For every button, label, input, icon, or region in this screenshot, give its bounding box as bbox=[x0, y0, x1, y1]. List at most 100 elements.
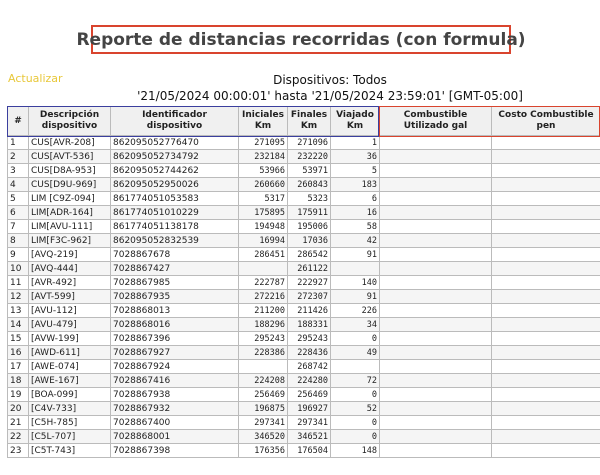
table-row: 7 LIM[AVU-111] 861774051138178 194948 195006… bbox=[7, 219, 600, 234]
start-km: 271095 bbox=[238, 135, 288, 150]
traveled-km: 148 bbox=[330, 443, 380, 458]
row-index: 5 bbox=[7, 191, 29, 206]
row-index: 17 bbox=[7, 359, 29, 374]
start-km: 297341 bbox=[238, 415, 288, 430]
fuel-used bbox=[379, 149, 492, 164]
table-row: 15 [AVW-199] 7028867396 295243 295243 0 bbox=[7, 331, 600, 346]
device-description: [AVQ-219] bbox=[28, 247, 111, 262]
traveled-km: 91 bbox=[330, 289, 380, 304]
table-row: 8 LIM[F3C-962] 862095052832539 16994 17036 42 bbox=[7, 233, 600, 248]
traveled-km bbox=[330, 261, 380, 276]
table-row: 9 [AVQ-219] 7028867678 286451 286542 91 bbox=[7, 247, 600, 262]
end-km: 297341 bbox=[287, 415, 331, 430]
end-km: 5323 bbox=[287, 191, 331, 206]
row-index: 18 bbox=[7, 373, 29, 388]
fuel-used bbox=[379, 331, 492, 346]
table-row: 20 [C4V-733] 7028867932 196875 196927 52 bbox=[7, 401, 600, 416]
col-end-km-header[interactable]: Finales Km bbox=[287, 106, 331, 136]
row-index: 15 bbox=[7, 331, 29, 346]
row-index: 13 bbox=[7, 303, 29, 318]
start-km: 194948 bbox=[238, 219, 288, 234]
device-identifier: 7028867678 bbox=[110, 247, 239, 262]
end-km: 256469 bbox=[287, 387, 331, 402]
traveled-km: 49 bbox=[330, 345, 380, 360]
device-description: [C5L-707] bbox=[28, 429, 111, 444]
fuel-used bbox=[379, 275, 492, 290]
row-index: 10 bbox=[7, 261, 29, 276]
row-index: 4 bbox=[7, 177, 29, 192]
start-km bbox=[238, 359, 288, 374]
device-description: [C5T-743] bbox=[28, 443, 111, 458]
traveled-km: 58 bbox=[330, 219, 380, 234]
start-km: 5317 bbox=[238, 191, 288, 206]
end-km: 261122 bbox=[287, 261, 331, 276]
fuel-cost bbox=[491, 205, 600, 220]
end-km: 176504 bbox=[287, 443, 331, 458]
table-row: 16 [AWD-611] 7028867927 228386 228436 49 bbox=[7, 345, 600, 360]
col-start-km-header[interactable]: Iniciales Km bbox=[238, 106, 288, 136]
end-km: 17036 bbox=[287, 233, 331, 248]
table-row: 21 [C5H-785] 7028867400 297341 297341 0 bbox=[7, 415, 600, 430]
table-row: 12 [AVT-599] 7028867935 272216 272307 91 bbox=[7, 289, 600, 304]
fuel-cost bbox=[491, 415, 600, 430]
row-index: 1 bbox=[7, 135, 29, 150]
fuel-used bbox=[379, 401, 492, 416]
device-description: LIM [C9Z-094] bbox=[28, 191, 111, 206]
table-row: 3 CUS[D8A-953] 862095052744262 53966 53971 5 bbox=[7, 163, 600, 178]
device-identifier: 7028867400 bbox=[110, 415, 239, 430]
end-km: 175911 bbox=[287, 205, 331, 220]
device-description: [C4V-733] bbox=[28, 401, 111, 416]
device-description: [AVU-479] bbox=[28, 317, 111, 332]
col-description-header[interactable]: Descripción dispositivo bbox=[28, 106, 111, 136]
col-fuel-cost-header[interactable]: Costo Combustible pen bbox=[491, 106, 600, 136]
table-header-row: # Descripción dispositivo Identificador di… bbox=[7, 106, 600, 136]
fuel-cost bbox=[491, 247, 600, 262]
table-row: 6 LIM[ADR-164] 861774051010229 175895 175911… bbox=[7, 205, 600, 220]
fuel-cost bbox=[491, 163, 600, 178]
device-identifier: 861774051138178 bbox=[110, 219, 239, 234]
device-identifier: 7028867935 bbox=[110, 289, 239, 304]
fuel-cost bbox=[491, 219, 600, 234]
device-identifier: 862095052950026 bbox=[110, 177, 239, 192]
col-index-header[interactable]: # bbox=[7, 106, 29, 136]
row-index: 14 bbox=[7, 317, 29, 332]
fuel-used bbox=[379, 359, 492, 374]
fuel-cost bbox=[491, 387, 600, 402]
traveled-km bbox=[330, 359, 380, 374]
traveled-km: 0 bbox=[330, 415, 380, 430]
col-traveled-km-header[interactable]: Viajado Km bbox=[330, 106, 380, 136]
row-index: 3 bbox=[7, 163, 29, 178]
device-identifier: 7028867932 bbox=[110, 401, 239, 416]
fuel-used bbox=[379, 219, 492, 234]
device-description: [AVR-492] bbox=[28, 275, 111, 290]
row-index: 11 bbox=[7, 275, 29, 290]
fuel-used bbox=[379, 191, 492, 206]
table-row: 17 [AWE-074] 7028867924 268742 bbox=[7, 359, 600, 374]
traveled-km: 34 bbox=[330, 317, 380, 332]
device-identifier: 7028868001 bbox=[110, 429, 239, 444]
row-index: 8 bbox=[7, 233, 29, 248]
end-km: 295243 bbox=[287, 331, 331, 346]
end-km: 268742 bbox=[287, 359, 331, 374]
device-identifier: 862095052744262 bbox=[110, 163, 239, 178]
start-km: 188296 bbox=[238, 317, 288, 332]
device-identifier: 862095052776470 bbox=[110, 135, 239, 150]
col-identifier-header[interactable]: Identificador dispositivo bbox=[110, 106, 239, 136]
fuel-used bbox=[379, 247, 492, 262]
device-identifier: 7028867985 bbox=[110, 275, 239, 290]
device-description: CUS[AVR-208] bbox=[28, 135, 111, 150]
end-km: 286542 bbox=[287, 247, 331, 262]
start-km: 295243 bbox=[238, 331, 288, 346]
device-description: [AWD-611] bbox=[28, 345, 111, 360]
device-description: [C5H-785] bbox=[28, 415, 111, 430]
fuel-used bbox=[379, 303, 492, 318]
col-fuel-used-header[interactable]: Combustible Utilizado gal bbox=[379, 106, 492, 136]
end-km: 195006 bbox=[287, 219, 331, 234]
device-identifier: 861774051010229 bbox=[110, 205, 239, 220]
traveled-km: 72 bbox=[330, 373, 380, 388]
row-index: 12 bbox=[7, 289, 29, 304]
fuel-used bbox=[379, 373, 492, 388]
fuel-cost bbox=[491, 289, 600, 304]
report-title: Reporte de distancias recorridas (con fo… bbox=[76, 29, 526, 50]
fuel-used bbox=[379, 177, 492, 192]
